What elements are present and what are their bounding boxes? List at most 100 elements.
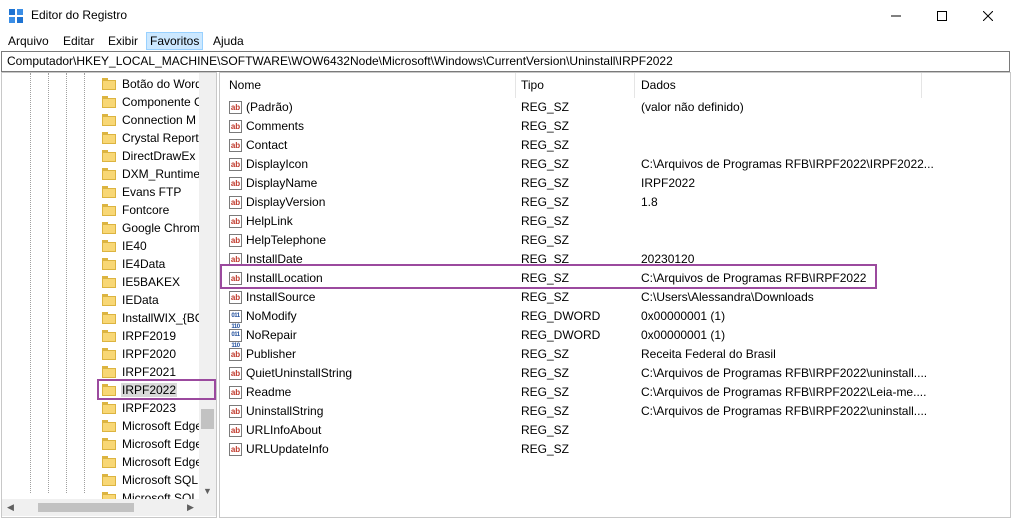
column-divider[interactable] bbox=[921, 73, 922, 98]
column-header-data[interactable]: Dados bbox=[641, 73, 676, 98]
value-row[interactable]: ab HelpTelephone REG_SZ bbox=[220, 231, 1010, 250]
value-data: C:\Arquivos de Programas RFB\IRPF2022\un… bbox=[641, 366, 928, 380]
folder-icon bbox=[102, 78, 116, 90]
tree-item[interactable]: Botão do Word bbox=[102, 75, 202, 93]
scroll-thumb[interactable] bbox=[38, 503, 134, 512]
menu-favoritos[interactable]: Favoritos bbox=[146, 32, 204, 50]
tree-item[interactable]: IE40 bbox=[102, 237, 198, 255]
folder-icon bbox=[102, 420, 116, 432]
value-data: 0x00000001 (1) bbox=[641, 309, 726, 323]
maximize-button[interactable] bbox=[919, 0, 965, 31]
folder-icon bbox=[102, 186, 116, 198]
dword-value-icon: 011 110 bbox=[229, 310, 242, 330]
value-name: InstallSource bbox=[246, 290, 316, 304]
tree-item[interactable]: Connection M bbox=[102, 111, 198, 129]
value-row[interactable]: ab DisplayVersion REG_SZ 1.8 bbox=[220, 193, 1010, 212]
tree-item[interactable]: InstallWIX_{BC bbox=[102, 309, 203, 327]
dword-value-icon: 011 110 bbox=[229, 329, 242, 349]
tree-item[interactable]: Google Chrom bbox=[102, 219, 201, 237]
tree-item-label: Microsoft Edge bbox=[122, 419, 203, 433]
value-data: (valor não definido) bbox=[641, 100, 744, 114]
value-name: URLUpdateInfo bbox=[246, 442, 329, 456]
close-button[interactable] bbox=[965, 0, 1011, 31]
tree-item-label: IRPF2020 bbox=[122, 347, 177, 361]
value-row[interactable]: ab InstallSource REG_SZ C:\Users\Alessandra… bbox=[220, 288, 1010, 307]
tree-item-label: Botão do Word bbox=[122, 77, 202, 91]
value-row[interactable]: ab DisplayName REG_SZ IRPF2022 bbox=[220, 174, 1010, 193]
highlight-box-tree-selection bbox=[97, 379, 216, 400]
tree-item[interactable]: IEData bbox=[102, 291, 198, 309]
tree-item[interactable]: Microsoft Edge bbox=[102, 453, 202, 471]
column-header-name[interactable]: Nome bbox=[229, 73, 261, 98]
scroll-left-icon[interactable]: ◀ bbox=[2, 499, 19, 516]
tree-item[interactable]: IE5BAKEX bbox=[102, 273, 198, 291]
folder-icon bbox=[102, 366, 116, 378]
tree-horizontal-scrollbar[interactable]: ◀ ▶ bbox=[2, 499, 216, 516]
value-row[interactable]: ab Comments REG_SZ bbox=[220, 117, 1010, 136]
tree-item[interactable]: Microsoft SQL bbox=[102, 471, 198, 489]
column-divider[interactable] bbox=[515, 73, 516, 98]
value-row[interactable]: ab DisplayIcon REG_SZ C:\Arquivos de Progra… bbox=[220, 155, 1010, 174]
value-row[interactable]: ab Publisher REG_SZ Receita Federal do Bras… bbox=[220, 345, 1010, 364]
value-row[interactable]: ab QuietUninstallString REG_SZ C:\Arquivos … bbox=[220, 364, 1010, 383]
menu-editar[interactable]: Editar bbox=[60, 33, 97, 49]
tree-item-label: Google Chrom bbox=[122, 221, 201, 235]
registry-editor-icon bbox=[9, 9, 23, 23]
tree-item[interactable]: DXM_Runtime bbox=[102, 165, 201, 183]
string-value-icon: ab bbox=[229, 101, 242, 114]
tree-item[interactable]: IRPF2023 bbox=[102, 399, 198, 417]
tree-item[interactable]: Componente C bbox=[102, 93, 203, 111]
value-row[interactable]: ab UninstallString REG_SZ C:\Arquivos de Pr… bbox=[220, 402, 1010, 421]
value-data: 1.8 bbox=[641, 195, 658, 209]
tree-item-label: Componente C bbox=[122, 95, 203, 109]
value-type: REG_SZ bbox=[521, 233, 570, 247]
tree-item[interactable]: Microsoft Edge bbox=[102, 435, 202, 453]
value-type: REG_SZ bbox=[521, 119, 570, 133]
value-row[interactable]: 011 110 NoModify REG_DWORD 0x00000001 (1) bbox=[220, 307, 1010, 330]
string-value-icon: ab bbox=[229, 348, 242, 361]
tree-item-label: IEData bbox=[122, 293, 159, 307]
menu-ajuda[interactable]: Ajuda bbox=[210, 33, 247, 49]
tree-item[interactable]: Fontcore bbox=[102, 201, 198, 219]
column-header-type[interactable]: Tipo bbox=[521, 73, 544, 98]
folder-icon bbox=[102, 402, 116, 414]
tree-item[interactable]: DirectDrawEx bbox=[102, 147, 198, 165]
menu-exibir[interactable]: Exibir bbox=[105, 33, 141, 49]
minimize-button[interactable] bbox=[873, 0, 919, 31]
scroll-thumb[interactable] bbox=[201, 409, 214, 429]
column-divider[interactable] bbox=[634, 73, 635, 98]
tree-item[interactable]: Evans FTP bbox=[102, 183, 198, 201]
scroll-down-icon[interactable]: ▼ bbox=[199, 482, 216, 499]
tree-item[interactable]: IE4Data bbox=[102, 255, 198, 273]
value-name: (Padrão) bbox=[246, 100, 293, 114]
tree-item[interactable]: Crystal Reports bbox=[102, 129, 205, 147]
key-tree-pane[interactable]: Botão do Word Componente C Connection M Cry… bbox=[1, 72, 217, 518]
tree-item[interactable]: IRPF2019 bbox=[102, 327, 198, 345]
string-value-icon: ab bbox=[229, 291, 242, 304]
folder-icon bbox=[102, 438, 116, 450]
string-value-icon: ab bbox=[229, 424, 242, 437]
values-list-pane[interactable]: Nome Tipo Dados ab (Padrão) REG_SZ (valor n… bbox=[219, 72, 1011, 518]
scroll-right-icon[interactable]: ▶ bbox=[182, 499, 199, 516]
tree-item[interactable]: Microsoft Edge bbox=[102, 417, 202, 435]
address-bar[interactable]: Computador\HKEY_LOCAL_MACHINE\SOFTWARE\W… bbox=[1, 51, 1010, 72]
value-type: REG_SZ bbox=[521, 423, 570, 437]
value-type: REG_SZ bbox=[521, 100, 570, 114]
string-value-icon: ab bbox=[229, 196, 242, 209]
tree-vertical-scrollbar[interactable]: ▼ bbox=[199, 73, 216, 499]
tree-item-label: IRPF2023 bbox=[122, 401, 177, 415]
value-name: Publisher bbox=[246, 347, 297, 361]
value-row[interactable]: ab Readme REG_SZ C:\Arquivos de Programas R… bbox=[220, 383, 1010, 402]
value-row[interactable]: ab (Padrão) REG_SZ (valor não definido) bbox=[220, 98, 1010, 117]
value-row[interactable]: ab URLInfoAbout REG_SZ bbox=[220, 421, 1010, 440]
menu-arquivo[interactable]: Arquivo bbox=[5, 33, 52, 49]
value-row[interactable]: ab HelpLink REG_SZ bbox=[220, 212, 1010, 231]
value-row[interactable]: ab Contact REG_SZ bbox=[220, 136, 1010, 155]
tree-item[interactable]: IRPF2020 bbox=[102, 345, 198, 363]
tree-item-label: IRPF2019 bbox=[122, 329, 177, 343]
tree-item-label: DXM_Runtime bbox=[122, 167, 201, 181]
string-value-icon: ab bbox=[229, 234, 242, 247]
value-row[interactable]: 011 110 NoRepair REG_DWORD 0x00000001 (1) bbox=[220, 326, 1010, 349]
value-row[interactable]: ab URLUpdateInfo REG_SZ bbox=[220, 440, 1010, 459]
title-bar: Editor do Registro bbox=[0, 0, 1011, 31]
